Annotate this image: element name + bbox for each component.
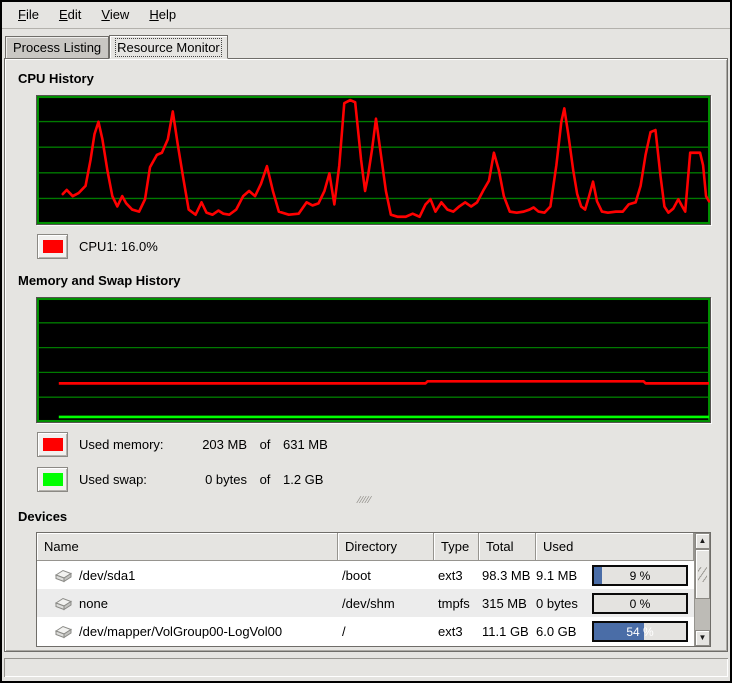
scrollbar-down-button[interactable]: ▼ (695, 630, 710, 646)
device-total: 98.3 MB (479, 567, 536, 583)
menu-help-mnemonic: H (149, 7, 158, 22)
device-name: none (79, 596, 108, 611)
table-row[interactable]: /dev/sda1 /boot ext3 98.3 MB 9.1 MB 9 % (37, 561, 694, 589)
menu-help[interactable]: Help (139, 2, 186, 28)
swap-legend-row: Used swap: 0 bytes of 1.2 GB (37, 467, 714, 492)
notebook-tab-bar: Process Listing Resource Monitor (2, 29, 730, 58)
cpu-history-chart (37, 96, 710, 224)
menu-view-label: iew (110, 7, 130, 22)
swap-color-swatch[interactable] (37, 467, 68, 492)
used-swap-value: 0 bytes (175, 472, 247, 487)
column-header-type[interactable]: Type (434, 533, 479, 561)
usage-progress-bar: 0 % (592, 593, 688, 614)
scrollbar-thumb[interactable] (695, 549, 710, 599)
pane-resize-handle[interactable]: ∕∕∕∕∕ (16, 495, 714, 505)
tab-resource-monitor-label: Resource Monitor (117, 40, 220, 55)
memory-legend-text: Used memory: 203 MB of 631 MB (77, 437, 328, 452)
cpu-history-title: CPU History (18, 71, 714, 86)
usage-progress-bar: 9 % (592, 565, 688, 586)
menu-view-mnemonic: V (101, 7, 109, 22)
scrollbar-grip-icon (698, 567, 707, 582)
menu-file[interactable]: File (8, 2, 49, 28)
column-header-name[interactable]: Name (37, 533, 338, 561)
cpu-color-sample (43, 240, 63, 253)
usage-percent-label: 54 % (594, 623, 686, 640)
menu-view[interactable]: View (91, 2, 139, 28)
menu-edit[interactable]: Edit (49, 2, 91, 28)
device-total: 315 MB (479, 595, 536, 611)
used-swap-of: of (247, 472, 283, 487)
arrow-down-icon: ▼ (699, 634, 707, 642)
device-directory: /dev/shm (338, 595, 434, 611)
swap-color-sample (43, 473, 63, 486)
device-total: 11.1 GB (479, 623, 536, 639)
disk-drive-icon (54, 569, 73, 583)
memory-history-chart (37, 298, 710, 422)
disk-drive-icon (54, 625, 73, 639)
used-swap-label: Used swap: (79, 472, 175, 487)
status-bar-area (2, 652, 730, 681)
device-name: /dev/mapper/VolGroup00-LogVol00 (79, 624, 282, 639)
menu-edit-mnemonic: E (59, 7, 68, 22)
used-memory-line (59, 381, 709, 383)
menu-help-label: elp (159, 7, 176, 22)
cpu-usage-line (63, 100, 709, 217)
device-used: 6.0 GB (536, 624, 592, 639)
table-row[interactable]: /dev/mapper/VolGroup00-LogVol00 / ext3 1… (37, 617, 694, 645)
status-bar (4, 658, 728, 677)
device-directory: /boot (338, 567, 434, 583)
device-directory: / (338, 623, 434, 639)
usage-percent-label: 0 % (594, 595, 686, 612)
device-type: ext3 (434, 567, 479, 583)
scrollbar-trough[interactable] (695, 599, 710, 630)
column-header-used[interactable]: Used (536, 533, 694, 561)
cpu-legend-label: CPU1: 16.0% (77, 239, 158, 254)
memory-total-value: 631 MB (283, 437, 328, 452)
swap-total-value: 1.2 GB (283, 472, 323, 487)
device-type: tmpfs (434, 595, 479, 611)
device-used: 9.1 MB (536, 568, 592, 583)
device-type: ext3 (434, 623, 479, 639)
resource-monitor-page: CPU History CPU1: 16.0% Memory and Swap … (4, 58, 728, 652)
device-used: 0 bytes (536, 596, 592, 611)
menu-file-mnemonic: F (18, 7, 26, 22)
memory-legend-row: Used memory: 203 MB of 631 MB (37, 432, 714, 457)
arrow-up-icon: ▲ (699, 537, 707, 545)
memory-color-swatch[interactable] (37, 432, 68, 457)
used-memory-value: 203 MB (175, 437, 247, 452)
devices-table-main: Name Directory Type Total Used /dev/sd (37, 533, 694, 646)
cpu-legend: CPU1: 16.0% (37, 234, 714, 259)
memory-color-sample (43, 438, 63, 451)
cpu-color-swatch[interactable] (37, 234, 68, 259)
usage-percent-label: 9 % (594, 567, 686, 584)
device-name: /dev/sda1 (79, 568, 135, 583)
memory-history-title: Memory and Swap History (18, 273, 714, 288)
cpu-history-graph (36, 95, 711, 225)
menu-bar: File Edit View Help (2, 2, 730, 29)
column-header-directory[interactable]: Directory (338, 533, 434, 561)
swap-legend-text: Used swap: 0 bytes of 1.2 GB (77, 472, 323, 487)
menu-edit-label: dit (68, 7, 82, 22)
disk-drive-icon (54, 597, 73, 611)
usage-progress-bar: 54 % (592, 621, 688, 642)
system-monitor-window: File Edit View Help Process Listing Reso… (0, 0, 732, 683)
grip-icon: ∕∕∕∕∕ (358, 495, 371, 506)
tab-resource-monitor[interactable]: Resource Monitor (109, 35, 228, 59)
devices-table-header: Name Directory Type Total Used (37, 533, 694, 561)
tab-process-listing[interactable]: Process Listing (5, 36, 109, 58)
devices-title: Devices (18, 509, 714, 524)
devices-table: Name Directory Type Total Used /dev/sd (36, 532, 711, 647)
table-row[interactable]: none /dev/shm tmpfs 315 MB 0 bytes 0 % (37, 589, 694, 617)
used-memory-of: of (247, 437, 283, 452)
tab-process-listing-label: Process Listing (13, 40, 101, 55)
devices-vertical-scrollbar[interactable]: ▲ ▼ (694, 533, 710, 646)
column-header-total[interactable]: Total (479, 533, 536, 561)
memory-history-graph (36, 297, 711, 423)
used-memory-label: Used memory: (79, 437, 175, 452)
menu-file-label: ile (26, 7, 39, 22)
scrollbar-up-button[interactable]: ▲ (695, 533, 710, 549)
